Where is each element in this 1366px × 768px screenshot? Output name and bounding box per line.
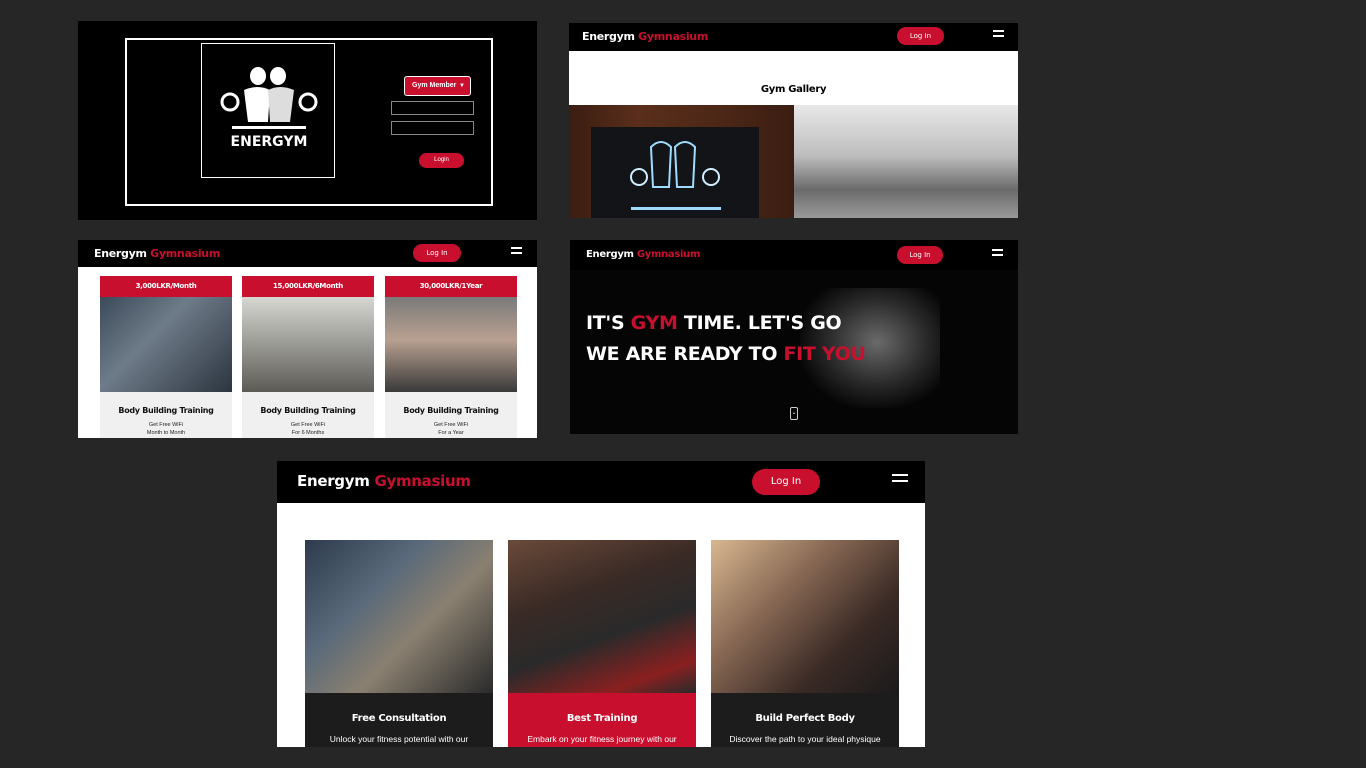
- plan-card-6month[interactable]: 15,000LKR/6Month Body Building Training …: [242, 276, 374, 438]
- service-image: [508, 540, 696, 693]
- service-card-perfect-body[interactable]: Build Perfect Body Discover the path to …: [711, 540, 899, 747]
- hero-headline-line2: WE ARE READY TO FIT YOU: [586, 343, 866, 365]
- navbar: Energym Gymnasium Log In: [277, 461, 925, 503]
- hamburger-menu-icon[interactable]: [511, 247, 522, 257]
- service-image: [711, 540, 899, 693]
- login-button[interactable]: Log In: [752, 469, 820, 495]
- password-input[interactable]: [391, 121, 474, 135]
- plan-price: 30,000LKR/1Year: [385, 276, 517, 297]
- role-select-value: Gym Member: [412, 82, 457, 89]
- pricing-preview: Energym Gymnasium Log In 3,000LKR/Month …: [78, 240, 537, 438]
- hamburger-menu-icon[interactable]: [992, 249, 1003, 259]
- gym-logo: ENERGYM: [201, 43, 335, 178]
- brand-logo[interactable]: Energym Gymnasium: [94, 247, 220, 260]
- gallery-image-gym-floor: [794, 105, 1018, 218]
- services-preview: Energym Gymnasium Log In Free Consultati…: [277, 461, 925, 747]
- login-frame: ENERGYM Gym Member ▼ Login: [125, 38, 493, 206]
- gallery-title: Gym Gallery: [760, 84, 827, 95]
- brand-logo[interactable]: Energym Gymnasium: [297, 472, 471, 490]
- service-description: Unlock your fitness potential with our: [329, 734, 469, 744]
- service-title: Build Perfect Body: [755, 713, 855, 724]
- hero-preview: Energym Gymnasium Log In IT'S GYM TIME. …: [570, 240, 1018, 434]
- service-title: Best Training: [566, 713, 638, 724]
- plan-price: 3,000LKR/Month: [100, 276, 232, 297]
- plan-price: 15,000LKR/6Month: [242, 276, 374, 297]
- brand-logo[interactable]: Energym Gymnasium: [582, 30, 708, 43]
- brand-logo[interactable]: Energym Gymnasium: [586, 249, 700, 260]
- login-button[interactable]: Log In: [897, 27, 944, 45]
- plan-image: [100, 297, 232, 392]
- plan-card-monthly[interactable]: 3,000LKR/Month Body Building Training Ge…: [100, 276, 232, 438]
- login-button[interactable]: Log In: [897, 246, 943, 264]
- service-title: Free Consultation: [351, 713, 447, 724]
- hamburger-menu-icon[interactable]: [993, 30, 1004, 40]
- navbar: Energym Gymnasium Log In: [569, 23, 1018, 51]
- login-button[interactable]: Log In: [413, 244, 461, 262]
- service-description: Discover the path to your ideal physique: [729, 734, 881, 744]
- hero-headline-line1: IT'S GYM TIME. LET'S GO: [586, 312, 842, 334]
- plan-feature: Get Free WiFi For a Year: [433, 422, 469, 436]
- plan-card-yearly[interactable]: 30,000LKR/1Year Body Building Training G…: [385, 276, 517, 438]
- svg-text:ENERGYM: ENERGYM: [231, 134, 308, 150]
- plan-title: Body Building Training: [118, 406, 214, 415]
- plan-title: Body Building Training: [260, 406, 356, 415]
- service-image: [305, 540, 493, 693]
- plan-image: [385, 297, 517, 392]
- service-description: Embark on your fitness journey with our: [527, 734, 677, 744]
- service-card-consultation[interactable]: Free Consultation Unlock your fitness po…: [305, 540, 493, 747]
- gallery-preview: Energym Gymnasium Log In Gym Gallery: [569, 23, 1018, 218]
- navbar: Energym Gymnasium Log In: [78, 240, 537, 267]
- plan-feature: Get Free WiFi For 6 Months: [290, 422, 326, 436]
- chevron-down-icon: ▼: [459, 83, 465, 89]
- neon-athletes-icon: [630, 141, 721, 210]
- login-button[interactable]: Login: [419, 153, 464, 168]
- plan-feature: Get Free WiFi Month to Month: [146, 422, 186, 436]
- role-select[interactable]: Gym Member ▼: [404, 76, 471, 96]
- plan-image: [242, 297, 374, 392]
- gallery-image-neon-logo: [569, 105, 794, 218]
- plan-title: Body Building Training: [403, 406, 499, 415]
- username-input[interactable]: [391, 101, 474, 115]
- navbar: Energym Gymnasium Log In: [570, 240, 1018, 270]
- service-card-training[interactable]: Best Training Embark on your fitness jou…: [508, 540, 696, 747]
- login-preview: ENERGYM Gym Member ▼ Login: [78, 21, 537, 220]
- scroll-down-chevron-icon[interactable]: ⌄: [790, 407, 798, 420]
- hamburger-menu-icon[interactable]: [892, 474, 908, 486]
- athletes-logo-icon: ENERGYM: [220, 67, 318, 150]
